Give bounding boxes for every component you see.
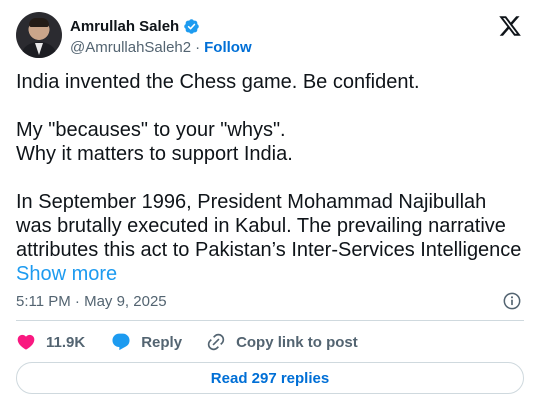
like-count: 11.9K bbox=[46, 333, 86, 351]
name-row: Amrullah Saleh bbox=[70, 16, 200, 36]
post-timestamp[interactable]: 5:11 PM · May 9, 2025 bbox=[16, 293, 167, 310]
like-button[interactable]: 11.9K bbox=[16, 332, 85, 352]
divider bbox=[16, 320, 524, 321]
heart-icon bbox=[17, 334, 35, 350]
post-header: Amrullah Saleh @AmrullahSaleh2 · Follow bbox=[16, 12, 524, 60]
reply-button[interactable]: Reply bbox=[111, 332, 182, 352]
handle-row: @AmrullahSaleh2 · Follow bbox=[70, 38, 252, 56]
info-icon[interactable] bbox=[502, 291, 522, 311]
post-meta: 5:11 PM · May 9, 2025 bbox=[16, 290, 524, 312]
author-handle[interactable]: @AmrullahSaleh2 bbox=[70, 39, 191, 56]
post-line-3: Why it matters to support India. bbox=[16, 143, 293, 165]
x-logo-icon[interactable] bbox=[498, 14, 522, 38]
follow-button[interactable]: Follow bbox=[204, 39, 252, 56]
show-more-link[interactable]: Show more bbox=[16, 263, 117, 285]
avatar-hair bbox=[29, 18, 49, 27]
post-paragraph-3: In September 1996, President Mohammad Na… bbox=[16, 190, 526, 286]
embedded-post-card: Amrullah Saleh @AmrullahSaleh2 · Follow … bbox=[0, 0, 540, 409]
link-icon bbox=[207, 333, 225, 351]
post-text: India invented the Chess game. Be confid… bbox=[16, 70, 526, 286]
read-replies-button[interactable]: Read 297 replies bbox=[16, 362, 524, 394]
verified-badge-icon bbox=[184, 18, 199, 34]
avatar[interactable] bbox=[16, 12, 62, 58]
post-paragraph-3-text: In September 1996, President Mohammad Na… bbox=[16, 191, 522, 261]
copy-link-label: Copy link to post bbox=[236, 333, 358, 351]
reply-bubble-icon bbox=[112, 333, 130, 351]
reply-label: Reply bbox=[141, 333, 183, 351]
post-actions: 11.9K Reply Copy link to post bbox=[16, 331, 524, 353]
post-line-1: India invented the Chess game. Be confid… bbox=[16, 71, 420, 93]
author-display-name[interactable]: Amrullah Saleh bbox=[70, 18, 179, 35]
handle-separator: · bbox=[195, 38, 201, 56]
copy-link-button[interactable]: Copy link to post bbox=[206, 332, 358, 352]
post-line-2: My "becauses" to your "whys". bbox=[16, 119, 286, 141]
